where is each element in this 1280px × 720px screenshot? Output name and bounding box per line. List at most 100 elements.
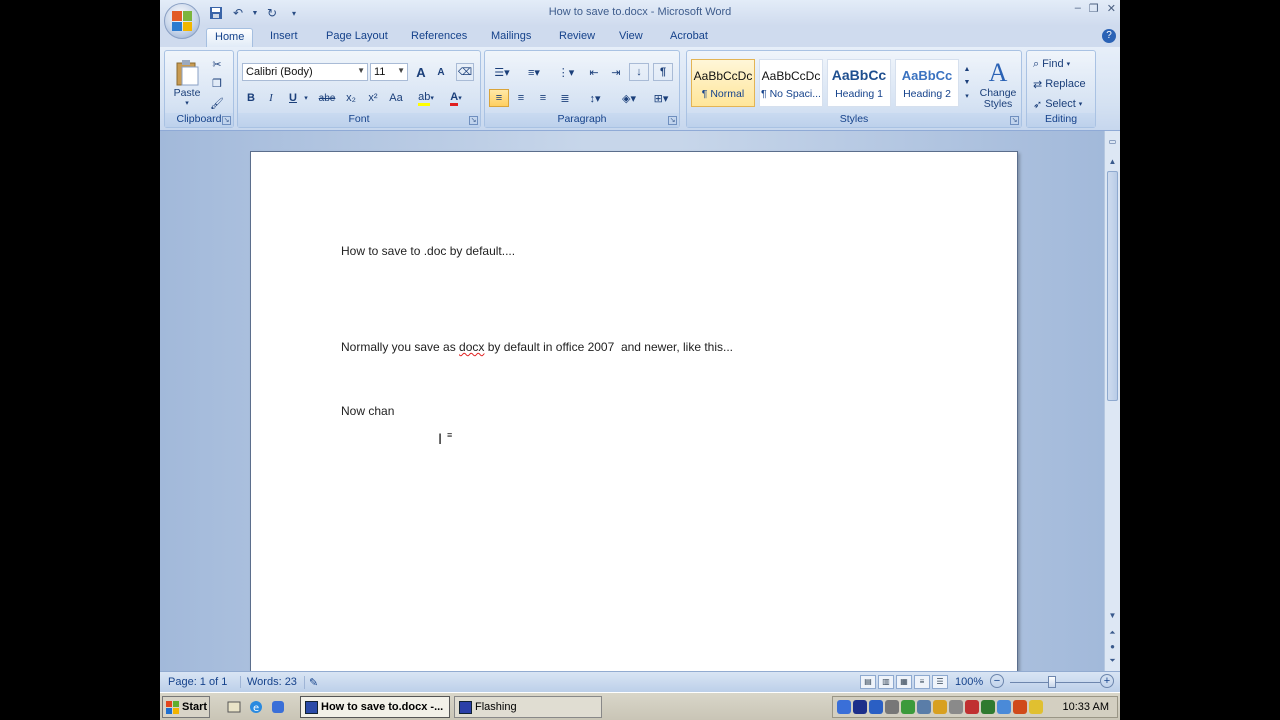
line-spacing-icon[interactable]: ↕▾ <box>581 89 609 107</box>
scroll-up-arrow-icon[interactable]: ▲ <box>1107 157 1118 168</box>
tab-review[interactable]: Review <box>551 28 603 47</box>
help-icon[interactable]: ? <box>1102 29 1116 43</box>
change-styles-button[interactable]: A Change Styles <box>977 55 1019 113</box>
align-right-icon[interactable]: ≡ <box>533 89 553 107</box>
select-button[interactable]: ➶ Select ▾ <box>1033 95 1093 113</box>
shrink-font-button[interactable]: A <box>432 63 450 81</box>
tray-app-icon[interactable] <box>837 700 851 714</box>
justify-icon[interactable]: ≣ <box>555 89 575 107</box>
tab-insert[interactable]: Insert <box>262 28 306 47</box>
print-layout-icon[interactable]: ▤ <box>860 675 876 689</box>
decrease-indent-icon[interactable]: ⇤ <box>585 63 603 81</box>
tab-mailings[interactable]: Mailings <box>483 28 539 47</box>
tray-app-icon[interactable] <box>853 700 867 714</box>
borders-icon[interactable]: ⊞▾ <box>647 89 675 107</box>
tray-app-icon[interactable] <box>997 700 1011 714</box>
tray-app-icon[interactable] <box>917 700 931 714</box>
shading-icon[interactable]: ◈▾ <box>615 89 643 107</box>
scroll-up-icon[interactable]: ▲ <box>964 66 971 73</box>
tray-app-icon[interactable] <box>1013 700 1027 714</box>
tab-home[interactable]: Home <box>206 28 254 47</box>
zoom-out-icon[interactable]: − <box>990 674 1004 688</box>
restore-icon[interactable]: ❐ <box>1089 2 1099 15</box>
bold-button[interactable]: B <box>242 89 260 107</box>
tab-page-layout[interactable]: Page Layout <box>318 28 396 47</box>
tray-app-icon[interactable] <box>949 700 963 714</box>
full-screen-reading-icon[interactable]: ▥ <box>878 675 894 689</box>
bullets-icon[interactable]: ☰▾ <box>489 63 515 81</box>
numbering-icon[interactable]: ≡▾ <box>521 63 547 81</box>
italic-button[interactable]: I <box>262 89 280 107</box>
sort-icon[interactable]: ↓ <box>629 63 649 81</box>
tray-app-icon[interactable] <box>1029 700 1043 714</box>
subscript-button[interactable]: x₂ <box>342 89 360 107</box>
scrollbar-thumb[interactable] <box>1107 171 1118 401</box>
close-icon[interactable]: ✕ <box>1107 2 1116 15</box>
strikethrough-button[interactable]: abe <box>316 89 338 107</box>
align-left-icon[interactable]: ≡ <box>489 89 509 107</box>
paragraph-launcher-icon[interactable]: ↘ <box>668 116 677 125</box>
zoom-in-icon[interactable]: + <box>1100 674 1114 688</box>
zoom-level[interactable]: 100% <box>955 676 983 688</box>
word-count[interactable]: Words: 23 <box>240 676 297 688</box>
tab-view[interactable]: View <box>611 28 651 47</box>
show-marks-icon[interactable]: ¶ <box>653 63 673 81</box>
document-line-3[interactable]: Now chan <box>341 404 394 418</box>
clear-formatting-icon[interactable]: ⌫ <box>456 63 474 81</box>
style-no-spacing[interactable]: AaBbCcDc ¶ No Spaci... <box>759 59 823 107</box>
tray-app-icon[interactable] <box>885 700 899 714</box>
tray-app-icon[interactable] <box>981 700 995 714</box>
tab-acrobat[interactable]: Acrobat <box>662 28 716 47</box>
zoom-slider-thumb[interactable] <box>1048 676 1056 688</box>
tray-app-icon[interactable] <box>965 700 979 714</box>
font-color-button[interactable]: A ▾ <box>444 89 468 107</box>
style-normal[interactable]: AaBbCcDc ¶ Normal <box>691 59 755 107</box>
format-painter-icon[interactable]: 🖌 <box>209 95 225 111</box>
tray-app-icon[interactable] <box>933 700 947 714</box>
minimize-icon[interactable]: ‒ <box>1075 2 1081 15</box>
start-button[interactable]: Start <box>162 696 210 718</box>
underline-button[interactable]: U <box>284 89 302 107</box>
font-size-combo[interactable]: 11 ▼ <box>370 63 408 81</box>
grow-font-button[interactable]: A <box>412 63 430 81</box>
web-layout-icon[interactable]: ▦ <box>896 675 912 689</box>
font-launcher-icon[interactable]: ↘ <box>469 116 478 125</box>
internet-explorer-icon[interactable]: e <box>248 699 264 715</box>
underline-dropdown-icon[interactable]: ▾ <box>302 89 310 107</box>
misspelled-word[interactable]: docx <box>459 340 484 354</box>
previous-page-icon[interactable]: ⏶ <box>1107 628 1118 639</box>
next-page-icon[interactable]: ⏷ <box>1107 656 1118 667</box>
paste-button[interactable]: Paste ▾ <box>169 55 205 111</box>
styles-scroll[interactable]: ▲ ▼ ▾ <box>962 59 972 107</box>
font-name-combo[interactable]: Calibri (Body) ▼ <box>242 63 368 81</box>
outline-icon[interactable]: ≡ <box>914 675 930 689</box>
select-browse-object-icon[interactable]: ● <box>1107 642 1118 653</box>
vertical-scrollbar[interactable]: ▭ ▲ ▼ ⏶ ● ⏷ <box>1104 131 1120 671</box>
style-heading-2[interactable]: AaBbCc Heading 2 <box>895 59 959 107</box>
draft-icon[interactable]: ☰ <box>932 675 948 689</box>
styles-launcher-icon[interactable]: ↘ <box>1010 116 1019 125</box>
tray-app-icon[interactable] <box>869 700 883 714</box>
superscript-button[interactable]: x² <box>364 89 382 107</box>
find-button[interactable]: ⌕ Find ▾ <box>1033 55 1093 73</box>
tab-references[interactable]: References <box>403 28 475 47</box>
document-line-1[interactable]: How to save to .doc by default.... <box>341 244 515 258</box>
show-desktop-icon[interactable] <box>226 699 242 715</box>
increase-indent-icon[interactable]: ⇥ <box>607 63 625 81</box>
view-ruler-icon[interactable]: ▭ <box>1107 137 1118 148</box>
multilevel-list-icon[interactable]: ⋮▾ <box>553 63 579 81</box>
align-center-icon[interactable]: ≡ <box>511 89 531 107</box>
taskbar-item-word[interactable]: How to save to.docx -... <box>300 696 450 718</box>
highlight-button[interactable]: ab ▾ <box>414 89 438 107</box>
document-page[interactable]: How to save to .doc by default.... Norma… <box>250 151 1018 691</box>
replace-button[interactable]: ⇄ Replace <box>1033 75 1093 93</box>
change-case-button[interactable]: Aa <box>386 89 406 107</box>
scroll-down-arrow-icon[interactable]: ▼ <box>1107 611 1118 622</box>
document-line-2[interactable]: Normally you save as docx by default in … <box>341 340 733 354</box>
office-button[interactable] <box>164 3 200 39</box>
media-player-icon[interactable] <box>270 699 286 715</box>
style-heading-1[interactable]: AaBbCc Heading 1 <box>827 59 891 107</box>
clipboard-launcher-icon[interactable]: ↘ <box>222 116 231 125</box>
taskbar-item-flashing[interactable]: Flashing <box>454 696 602 718</box>
proofing-icon[interactable]: ✎ <box>304 676 318 689</box>
